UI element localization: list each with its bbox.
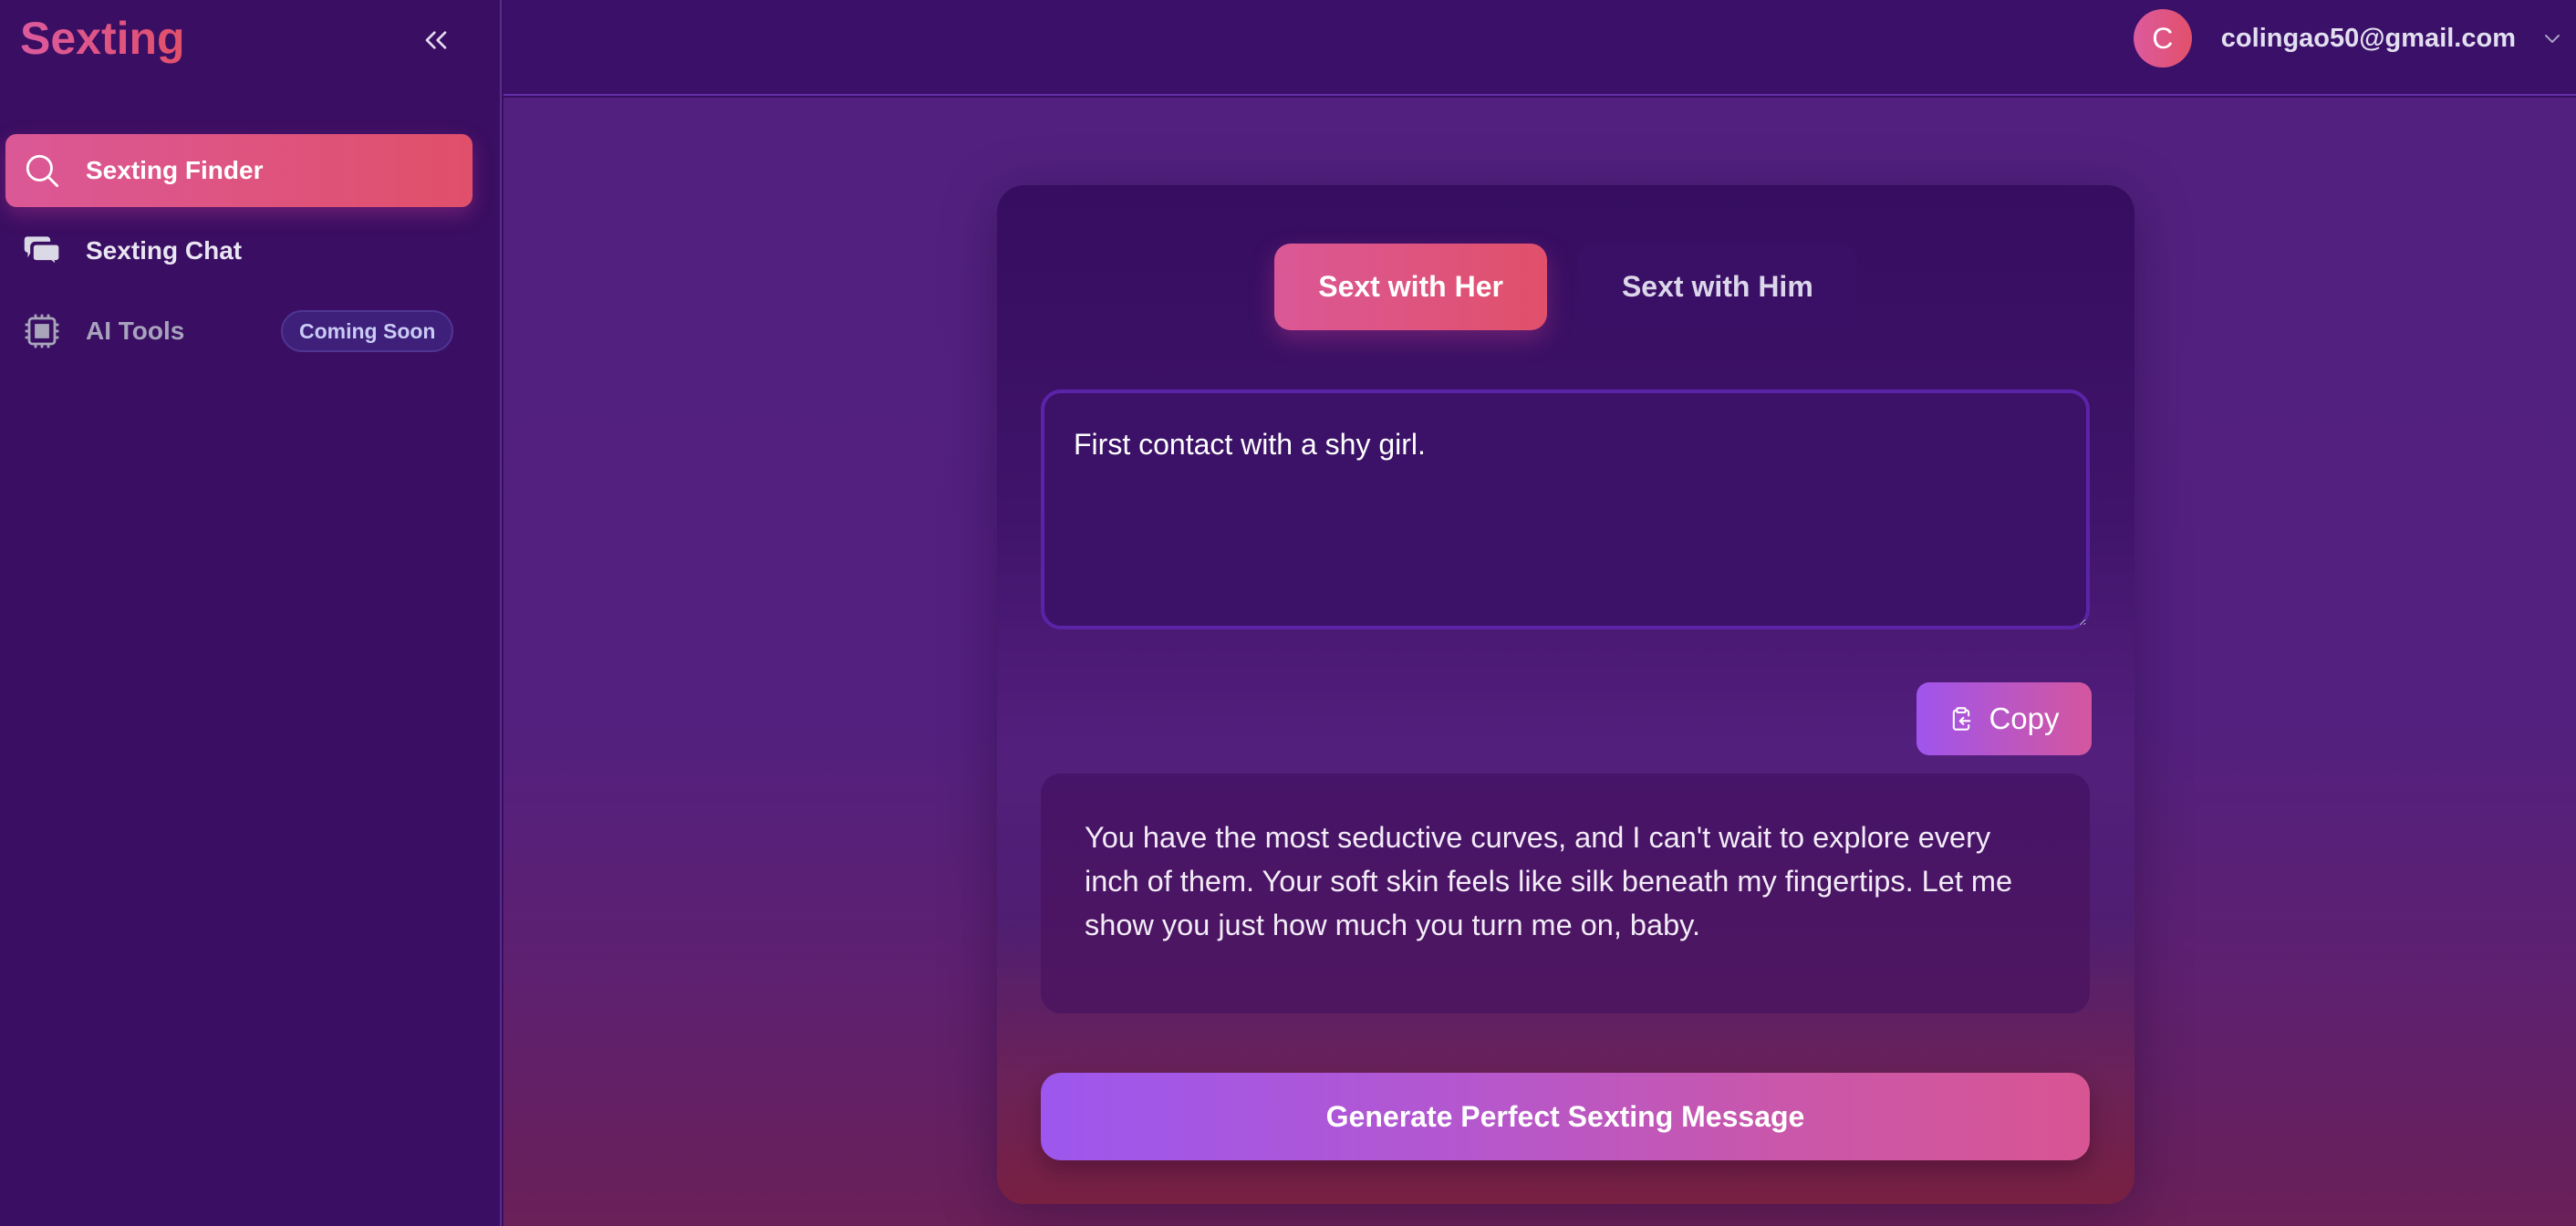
sidebar-item-ai-tools[interactable]: AI Tools Coming Soon <box>5 295 473 368</box>
generate-button[interactable]: Generate Perfect Sexting Message <box>1041 1073 2090 1160</box>
top-bar: C colingao50@gmail.com <box>504 0 2576 96</box>
collapse-sidebar-button[interactable] <box>416 20 456 60</box>
sidebar-item-label: Sexting Finder <box>86 156 264 184</box>
chip-icon <box>22 311 62 351</box>
chat-bubbles-icon <box>22 231 62 271</box>
sidebar-nav: Sexting Finder Sexting Chat AI Tools Com… <box>5 134 473 375</box>
main-content: Sext with Her Sext with Him Copy You hav… <box>504 98 2576 1226</box>
gender-tabs: Sext with Her Sext with Him <box>997 244 2135 330</box>
coming-soon-badge: Coming Soon <box>281 310 454 352</box>
prompt-input[interactable] <box>1041 390 2090 629</box>
logo[interactable]: Sexting <box>20 5 185 71</box>
generator-card: Sext with Her Sext with Him Copy You hav… <box>997 185 2135 1204</box>
sidebar-item-label: Sexting Chat <box>86 236 243 265</box>
sidebar-item-sexting-finder[interactable]: Sexting Finder <box>5 134 473 207</box>
user-email[interactable]: colingao50@gmail.com <box>2221 24 2516 54</box>
copy-button[interactable]: Copy <box>1916 682 2092 755</box>
app: Sexting Sexting Finder Sexting Chat AI T… <box>0 0 2576 1226</box>
generated-message: You have the most seductive curves, and … <box>1041 774 2090 1013</box>
copy-button-label: Copy <box>1989 701 2060 735</box>
search-icon <box>22 151 62 191</box>
tab-sext-with-him[interactable]: Sext with Him <box>1577 244 1857 330</box>
avatar[interactable]: C <box>2133 9 2192 68</box>
chevron-down-icon[interactable] <box>2541 27 2563 49</box>
tab-sext-with-her[interactable]: Sext with Her <box>1274 244 1547 330</box>
user-menu[interactable]: C colingao50@gmail.com <box>2133 9 2563 68</box>
sidebar-item-sexting-chat[interactable]: Sexting Chat <box>5 214 473 287</box>
sidebar: Sexting Sexting Finder Sexting Chat AI T… <box>0 0 502 1226</box>
sidebar-item-label: AI Tools <box>86 317 185 345</box>
clipboard-icon <box>1953 707 1971 731</box>
chevrons-left-icon <box>425 31 447 49</box>
